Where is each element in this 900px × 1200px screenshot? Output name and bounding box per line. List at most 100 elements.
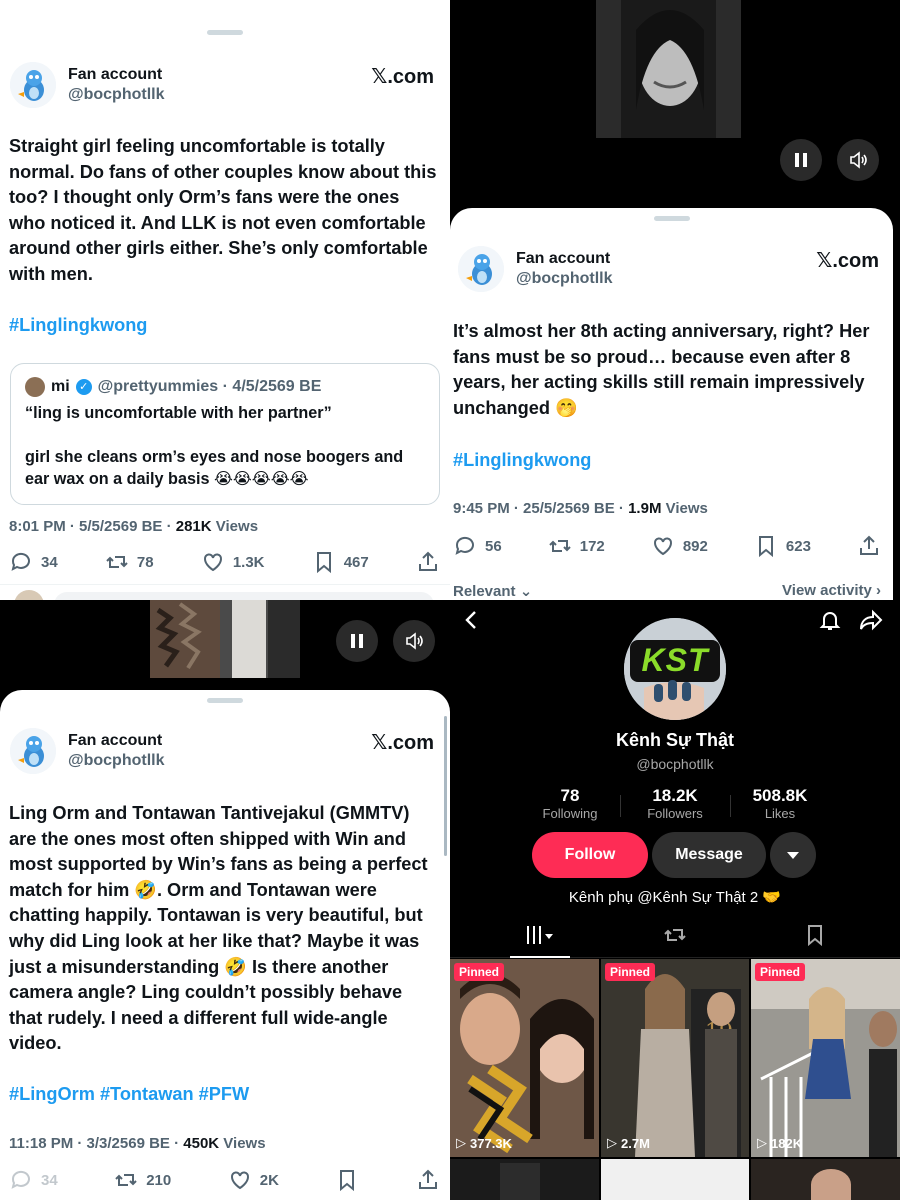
quote-line-1: “ling is uncomfortable with her partner”: [25, 404, 332, 422]
action-bar: 56 172 892 623: [453, 534, 881, 558]
video-tile-3[interactable]: Pinned ▷ 182K: [751, 959, 900, 1157]
screenshot-collage: Fan account @bocphotllk 𝕏.com Straight g…: [0, 0, 900, 1200]
bookmark-button[interactable]: 467: [312, 550, 369, 574]
message-button[interactable]: Message: [652, 832, 766, 878]
quote-handle-date: @prettyummies · 4/5/2569 BE: [97, 378, 322, 395]
thumbnail-image: [500, 1163, 540, 1200]
share-button[interactable]: [416, 550, 440, 574]
video-thumbnail-image: 19: [601, 959, 749, 1157]
video-tile-4[interactable]: [450, 1159, 599, 1200]
quote-tweet[interactable]: mi ✓ @prettyummies · 4/5/2569 BE “ling i…: [10, 363, 440, 505]
like-count: 892: [682, 537, 708, 555]
profile-handle: @bocphotllk: [636, 756, 714, 772]
video-frame-image: [596, 0, 741, 138]
views-label: Views: [211, 518, 259, 535]
retweet-button[interactable]: 210: [114, 1168, 171, 1192]
views-count: 1.9M: [628, 500, 662, 517]
pinned-badge: Pinned: [755, 963, 806, 981]
tab-favorites[interactable]: [795, 924, 835, 958]
display-name[interactable]: Fan account: [68, 731, 164, 751]
hashtag-link[interactable]: #Linglingkwong: [453, 448, 883, 474]
retweet-button[interactable]: 172: [548, 534, 605, 558]
follow-button[interactable]: Follow: [532, 832, 648, 878]
video-tile-5[interactable]: [601, 1159, 749, 1200]
reply-button[interactable]: 34: [9, 1168, 58, 1192]
video-tile-1[interactable]: Pinned ▷ 377.3K: [450, 959, 599, 1157]
video-tile-2[interactable]: 19 Pinned ▷2.7M: [601, 959, 749, 1157]
user-handle[interactable]: @bocphotllk: [516, 269, 612, 289]
verified-badge-icon: ✓: [75, 379, 92, 395]
bookmark-icon: [340, 1170, 355, 1192]
following-stat[interactable]: 78 Following: [530, 786, 610, 821]
likes-stat[interactable]: 508.8K Likes: [738, 786, 822, 821]
profile-avatar[interactable]: KST: [624, 618, 726, 720]
share-profile-button[interactable]: [858, 608, 884, 637]
back-button[interactable]: [460, 608, 482, 637]
dragon-avatar-icon: [10, 62, 56, 108]
profile-tabs: [450, 918, 900, 958]
hashtag-link[interactable]: #Linglingkwong: [9, 313, 440, 339]
retweet-button[interactable]: 78: [105, 550, 154, 574]
speaker-icon: [850, 151, 867, 169]
likes-count: 508.8K: [752, 786, 808, 805]
volume-button[interactable]: [837, 139, 879, 181]
more-options-button[interactable]: [770, 832, 816, 878]
tweet-header: Fan account @bocphotllk: [10, 62, 164, 108]
video-thumbnail[interactable]: [596, 0, 741, 138]
timestamp[interactable]: 11:18 PM · 3/3/2569 BE ·: [9, 1135, 183, 1152]
sheet-handle[interactable]: [207, 30, 243, 35]
pause-button[interactable]: [336, 620, 378, 662]
user-handle[interactable]: @bocphotllk: [68, 85, 164, 105]
reply-icon: [455, 536, 474, 555]
volume-button[interactable]: [393, 620, 435, 662]
tweet-card-3: Fan account @bocphotllk 𝕏.com Ling Orm a…: [0, 690, 450, 1200]
avatar[interactable]: [10, 62, 56, 108]
video-thumbnail[interactable]: [150, 600, 300, 678]
retweet-icon: [106, 556, 128, 568]
timestamp[interactable]: 9:45 PM · 25/5/2569 BE ·: [453, 500, 628, 517]
display-name[interactable]: Fan account: [516, 249, 612, 269]
like-button[interactable]: 1.3K: [201, 550, 265, 574]
view-activity-link[interactable]: View activity ›: [782, 582, 881, 599]
like-button[interactable]: 892: [651, 534, 708, 558]
share-icon: [418, 551, 437, 571]
share-button[interactable]: [857, 534, 881, 558]
display-name[interactable]: Fan account: [68, 65, 164, 85]
reply-button[interactable]: 34: [9, 550, 58, 574]
like-button[interactable]: 2K: [228, 1168, 279, 1192]
tab-reposts[interactable]: [655, 924, 695, 958]
reply-button[interactable]: 56: [453, 534, 502, 558]
video-tile-6[interactable]: [751, 1159, 900, 1200]
tweet-text: Ling Orm and Tontawan Tantivejakul (GMMT…: [9, 803, 428, 1054]
notification-button[interactable]: [818, 608, 842, 637]
tweet-meta: 8:01 PM · 5/5/2569 BE · 281K Views: [9, 518, 258, 535]
bookmark-button[interactable]: [335, 1168, 359, 1192]
sheet-handle[interactable]: [653, 216, 690, 221]
tweet-panel-3: Fan account @bocphotllk 𝕏.com Ling Orm a…: [0, 600, 450, 1200]
tab-videos[interactable]: [510, 924, 570, 958]
timestamp[interactable]: 8:01 PM · 5/5/2569 BE ·: [9, 518, 176, 535]
chevron-down-icon: ⌄: [519, 583, 533, 600]
bookmark-button[interactable]: 623: [754, 534, 811, 558]
bookmark-icon: [316, 552, 331, 574]
play-icon: ▷: [757, 1135, 767, 1150]
tweet-panel-1: Fan account @bocphotllk 𝕏.com Straight g…: [0, 0, 450, 600]
user-handle[interactable]: @bocphotllk: [68, 751, 164, 771]
retweet-icon: [549, 540, 571, 552]
bell-icon: [819, 612, 841, 630]
pause-button[interactable]: [780, 139, 822, 181]
sort-dropdown[interactable]: Relevant ⌄: [453, 582, 532, 600]
thumbnail-image: [811, 1169, 851, 1200]
reply-input[interactable]: [54, 592, 434, 600]
hashtags[interactable]: #LingOrm #Tontawan #PFW: [9, 1082, 440, 1108]
avatar[interactable]: [458, 246, 504, 292]
share-button[interactable]: [416, 1168, 440, 1192]
avatar-text: KST: [641, 642, 709, 678]
scrollbar[interactable]: [444, 716, 447, 856]
tweet-panel-2: Fan account @bocphotllk 𝕏.com It’s almos…: [450, 0, 900, 600]
tweet-meta: 11:18 PM · 3/3/2569 BE · 450K Views: [9, 1135, 266, 1152]
avatar[interactable]: [10, 728, 56, 774]
sheet-handle[interactable]: [207, 698, 243, 703]
following-count: 78: [560, 786, 580, 805]
followers-stat[interactable]: 18.2K Followers: [630, 786, 720, 821]
